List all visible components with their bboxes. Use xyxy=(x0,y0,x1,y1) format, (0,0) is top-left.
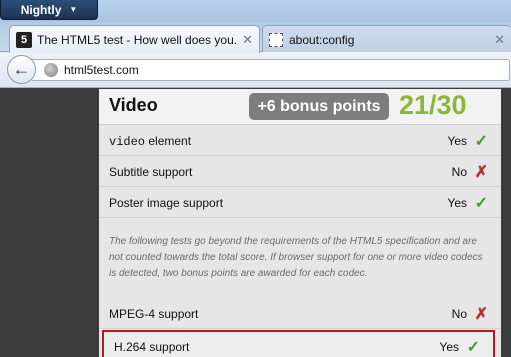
row-label: video element xyxy=(109,134,192,149)
tab-strip: 5 The HTML5 test - How well does you... … xyxy=(0,22,511,53)
row-value: No xyxy=(451,307,467,321)
navigation-bar: html5test.com ← xyxy=(0,52,511,88)
tab-html5test[interactable]: 5 The HTML5 test - How well does you... … xyxy=(9,25,260,53)
row-label: Subtitle support xyxy=(109,165,193,179)
row-value: Yes xyxy=(447,134,467,148)
row-value: Yes xyxy=(439,340,459,354)
cross-icon: ✗ xyxy=(474,164,488,181)
html5-logo-icon: 5 xyxy=(16,31,32,48)
bonus-note: The following tests go beyond the requir… xyxy=(109,236,483,279)
check-icon: ✓ xyxy=(474,195,488,212)
row-value: Yes xyxy=(447,196,467,210)
test-row-poster-image-support: Poster image support Yes ✓ xyxy=(99,188,501,218)
url-text[interactable]: html5test.com xyxy=(64,63,139,77)
tab-about-config[interactable]: about:config ✕ xyxy=(262,25,511,53)
globe-icon[interactable] xyxy=(44,63,58,77)
tab-title: The HTML5 test - How well does you... xyxy=(37,32,239,47)
section-header: Video +6 bonus points 21/30 xyxy=(99,89,501,125)
app-menu-label: Nightly xyxy=(20,2,62,17)
close-icon[interactable]: ✕ xyxy=(494,32,505,48)
row-label: Poster image support xyxy=(109,196,224,210)
check-icon: ✓ xyxy=(466,339,480,356)
section-score: 21/30 xyxy=(399,90,467,120)
window-titlebar: Nightly ▼ xyxy=(0,0,511,22)
blank-page-icon xyxy=(269,32,283,47)
back-button[interactable]: ← xyxy=(7,55,36,84)
section-title: Video xyxy=(109,95,158,115)
row-label: MPEG-4 support xyxy=(109,307,199,321)
app-menu-button[interactable]: Nightly ▼ xyxy=(0,0,98,20)
close-icon[interactable]: ✕ xyxy=(242,32,253,48)
bonus-points-badge: +6 bonus points xyxy=(249,93,389,120)
row-value: No xyxy=(451,165,467,179)
page-content: Video +6 bonus points 21/30 video elemen… xyxy=(0,89,511,357)
test-row-subtitle-support: Subtitle support No ✗ xyxy=(99,157,501,187)
test-row-video-element: video element Yes ✓ xyxy=(99,126,501,156)
chevron-down-icon: ▼ xyxy=(69,5,78,14)
url-bar[interactable]: html5test.com xyxy=(32,59,510,81)
test-row-mpeg4-support: MPEG-4 support No ✗ xyxy=(99,299,501,329)
arrow-left-icon: ← xyxy=(12,59,31,79)
tab-title: about:config xyxy=(289,32,355,47)
row-label: H.264 support xyxy=(114,340,190,354)
cross-icon: ✗ xyxy=(474,306,488,323)
results-card: Video +6 bonus points 21/30 video elemen… xyxy=(99,89,501,357)
test-row-h264-support: H.264 support Yes ✓ xyxy=(102,330,495,357)
check-icon: ✓ xyxy=(474,133,488,150)
